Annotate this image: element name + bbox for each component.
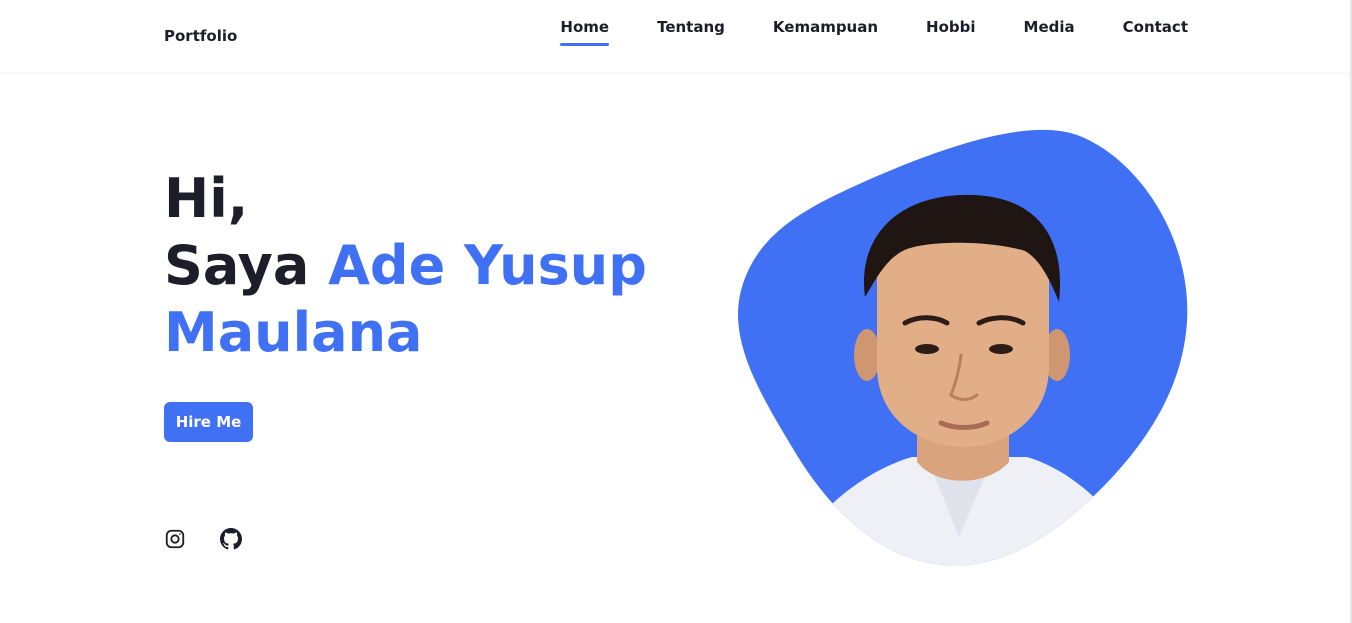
site-header: Portfolio Home Tentang Kemampuan Hobbi M… bbox=[0, 0, 1352, 72]
hero-name-last: Maulana bbox=[164, 301, 423, 364]
github-link[interactable] bbox=[220, 528, 242, 550]
github-icon bbox=[220, 528, 242, 550]
instagram-link[interactable] bbox=[164, 528, 186, 550]
nav-link-media[interactable]: Media bbox=[1024, 18, 1075, 46]
hire-me-button[interactable]: Hire Me bbox=[164, 402, 253, 442]
nav-link-kemampuan[interactable]: Kemampuan bbox=[773, 18, 878, 46]
nav-link-tentang[interactable]: Tentang bbox=[657, 18, 725, 46]
hero-intro: Saya bbox=[164, 234, 310, 297]
social-links bbox=[164, 528, 242, 550]
main-nav: Home Tentang Kemampuan Hobbi Media Conta… bbox=[560, 18, 1188, 46]
hero-greeting: Hi, bbox=[164, 167, 249, 230]
profile-photo bbox=[737, 127, 1189, 569]
nav-link-home[interactable]: Home bbox=[560, 18, 609, 46]
site-logo[interactable]: Portfolio bbox=[164, 27, 237, 45]
hero-name-first: Ade Yusup bbox=[328, 234, 647, 297]
instagram-icon bbox=[165, 529, 185, 549]
profile-blob bbox=[738, 129, 1188, 566]
nav-link-hobbi[interactable]: Hobbi bbox=[926, 18, 975, 46]
nav-link-contact[interactable]: Contact bbox=[1123, 18, 1188, 46]
hero-title: Hi, Saya Ade Yusup Maulana bbox=[164, 165, 647, 366]
